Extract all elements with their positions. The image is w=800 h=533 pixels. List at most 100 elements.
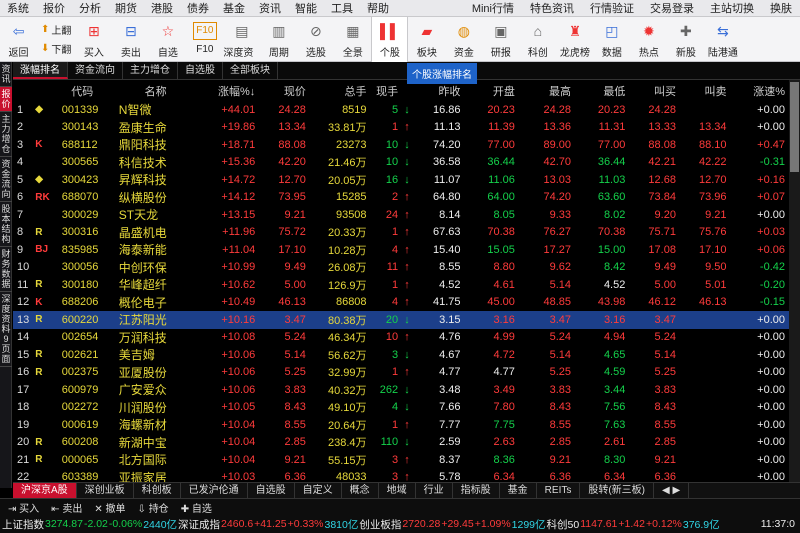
menu-item-5[interactable]: 债券 [180, 0, 216, 16]
col-header-1[interactable] [33, 80, 53, 101]
action-button-4[interactable]: ✚ 自选 [181, 500, 212, 515]
menu-item-8[interactable]: 智能 [288, 0, 324, 16]
rail-tab-2[interactable]: 主力增仓 [0, 112, 12, 157]
table-row[interactable]: 6 RK 688070 纵横股份 +14.12 73.95 15285 2 ↑ 64.80 64.0… [13, 189, 789, 207]
tab-2[interactable]: 主力增仓 [123, 62, 178, 79]
toolbar-button-1[interactable]: ⊟ 卖出 [112, 17, 149, 62]
table-row[interactable]: 7 300029 ST天龙 +13.15 9.21 93508 24 ↑ 8.14 8.05 9.3… [13, 206, 789, 224]
menu-right-item-2[interactable]: 行情验证 [582, 0, 642, 16]
rail-tab-1[interactable]: 报价 [0, 87, 12, 112]
tab-0[interactable]: 涨幅排名 [13, 62, 68, 79]
table-row[interactable]: 1 ◆ 001339 N智微 +44.01 24.28 8519 5 ↓ 16.86 20.23 24… [13, 101, 789, 119]
market-tab-1[interactable]: 深创业板 [77, 483, 134, 498]
table-row[interactable]: 11 R 300180 华峰超纤 +10.62 5.00 126.9万 1 ↑ 4.52 4.61 5… [13, 276, 789, 294]
col-header-2[interactable]: 代码 [54, 80, 115, 101]
action-button-2[interactable]: ✕ 撤单 [94, 500, 125, 515]
toolbar-button-2[interactable]: ☆ 自选 [149, 17, 186, 62]
toolbar-button-13[interactable]: ♜ 龙虎榜 [556, 17, 593, 62]
toolbar-button-16[interactable]: ✚ 新股 [667, 17, 704, 62]
table-row[interactable]: 17 600979 广安爱众 +10.06 3.83 40.32万 262 ↓ 3.48 3.49… [13, 381, 789, 399]
vertical-scrollbar[interactable] [789, 80, 800, 482]
menu-item-3[interactable]: 期货 [108, 0, 144, 16]
menu-right-item-1[interactable]: 特色资讯 [522, 0, 582, 16]
market-tab-7[interactable]: 地域 [379, 483, 416, 498]
col-header-7[interactable]: 现手 [371, 80, 403, 101]
table-row[interactable]: 20 R 600208 新湖中宝 +10.04 2.85 238.4万 110 ↓ 2.59 2.6… [13, 434, 789, 452]
action-button-0[interactable]: ⇥ 买入 [8, 500, 39, 515]
table-row[interactable]: 5 ◆ 300423 昇辉科技 +14.72 12.70 20.05万 16 ↓ 11.07 11.… [13, 171, 789, 189]
market-tab-12[interactable]: 股转(新三板) [580, 483, 655, 498]
table-row[interactable]: 2 300143 盈康生命 +19.86 13.34 33.81万 1 ↑ 11.13 11.39… [13, 119, 789, 137]
toolbar-button-10[interactable]: ◍ 资金 [445, 17, 482, 62]
tab-scroll-arrows[interactable]: ◀ ▶ [654, 483, 690, 498]
toolbar-button-12[interactable]: ⌂ 科创 [519, 17, 556, 62]
menu-item-1[interactable]: 报价 [36, 0, 72, 16]
rail-tab-5[interactable]: 财务数据 [0, 247, 12, 292]
toolbar-button-7[interactable]: ▦ 全景 [334, 17, 371, 62]
tab-3[interactable]: 自选股 [178, 62, 223, 79]
col-header-3[interactable]: 名称 [115, 80, 201, 101]
menu-item-4[interactable]: 港股 [144, 0, 180, 16]
toolbar-button-6[interactable]: ⊘ 选股 [297, 17, 334, 62]
scroll-thumb[interactable] [790, 82, 799, 172]
col-header-13[interactable]: 叫买 [629, 80, 680, 101]
toolbar-button-4[interactable]: ▤深度资料 [223, 17, 260, 74]
rail-tab-6[interactable]: 深度资料9页面 [0, 292, 12, 367]
market-tab-2[interactable]: 科创板 [134, 483, 181, 498]
table-row[interactable]: 4 300565 科信技术 +15.36 42.20 21.46万 10 ↓ 36.58 36.4… [13, 154, 789, 172]
toolbar-button-3[interactable]: F10 F10 [186, 17, 223, 62]
col-header-11[interactable]: 最高 [519, 80, 575, 101]
toolbar-button-17[interactable]: ⇆ 陆港通 [704, 17, 741, 62]
menu-right-item-5[interactable]: 换肤 [762, 0, 800, 16]
table-row[interactable]: 9 BJ 835985 海泰新能 +11.04 17.10 10.28万 4 ↑ 15.40 15.… [13, 241, 789, 259]
rail-tab-4[interactable]: 股本结构 [0, 202, 12, 247]
menu-right-item-3[interactable]: 交易登录 [642, 0, 702, 16]
toolbar-button-15[interactable]: ✹ 热点 [630, 17, 667, 62]
menu-right-item-0[interactable]: Mini行情 [464, 0, 522, 16]
tab-4[interactable]: 全部板块 [223, 62, 278, 79]
page-down-button[interactable]: ⬇ 下翻 [41, 41, 71, 56]
toolbar-button-14[interactable]: ◰ 数据 [593, 17, 630, 62]
market-tab-0[interactable]: 沪深京A股 [13, 483, 77, 498]
market-tab-9[interactable]: 指标股 [453, 483, 500, 498]
menu-item-2[interactable]: 分析 [72, 0, 108, 16]
page-up-button[interactable]: ⬆ 上翻 [41, 22, 71, 37]
table-row[interactable]: 8 R 300316 晶盛机电 +11.96 75.72 20.33万 1 ↑ 67.63 70.3… [13, 224, 789, 242]
table-row[interactable]: 15 R 002621 美吉姆 +10.06 5.14 56.62万 3 ↓ 4.67 4.72 5.… [13, 346, 789, 364]
market-tab-8[interactable]: 行业 [416, 483, 453, 498]
toolbar-button-0[interactable]: ⊞ 买入 [75, 17, 112, 62]
table-row[interactable]: 10 300056 中创环保 +10.99 9.49 26.08万 11 ↑ 8.55 8.80 9… [13, 259, 789, 277]
toolbar-button-8[interactable]: ▌▌ 个股 [371, 17, 409, 62]
table-row[interactable]: 3 K 688112 鼎阳科技 +18.71 88.08 23273 10 ↓ 74.20 77.0… [13, 136, 789, 154]
menu-right-item-4[interactable]: 主站切换 [702, 0, 762, 16]
rail-tab-0[interactable]: 资讯 [0, 62, 12, 87]
col-header-14[interactable]: 叫卖 [680, 80, 731, 101]
action-button-3[interactable]: ⇩ 持仓 [138, 500, 169, 515]
menu-item-0[interactable]: 系统 [0, 0, 36, 16]
toolbar-button-11[interactable]: ▣ 研报 [482, 17, 519, 62]
table-row[interactable]: 18 002272 川润股份 +10.05 8.43 49.10万 4 ↓ 7.66 7.80 8.… [13, 399, 789, 417]
market-tab-3[interactable]: 已发沪伦通 [181, 483, 248, 498]
toolbar-button-9[interactable]: ▰ 板块 [408, 17, 445, 62]
rail-tab-3[interactable]: 资金流向 [0, 157, 12, 202]
market-tab-5[interactable]: 自定义 [295, 483, 342, 498]
col-header-6[interactable]: 总手 [310, 80, 371, 101]
market-tab-4[interactable]: 自选股 [248, 483, 295, 498]
table-row[interactable]: 19 000619 海螺新材 +10.04 8.55 20.64万 1 ↑ 7.77 7.75 8.… [13, 416, 789, 434]
menu-item-9[interactable]: 工具 [324, 0, 360, 16]
col-header-15[interactable]: 涨速% [731, 80, 789, 101]
table-row[interactable]: 13 R 600220 江苏阳光 +10.16 3.47 80.38万 20 ↓ 3.15 3.16… [13, 311, 789, 329]
menu-item-7[interactable]: 资讯 [252, 0, 288, 16]
tab-1[interactable]: 资金流向 [68, 62, 123, 79]
table-row[interactable]: 21 R 000065 北方国际 +10.04 9.21 55.15万 3 ↑ 8.37 8.36 9… [13, 451, 789, 469]
col-header-5[interactable]: 现价 [259, 80, 310, 101]
market-tab-6[interactable]: 概念 [342, 483, 379, 498]
action-button-1[interactable]: ⇤ 卖出 [51, 500, 82, 515]
table-row[interactable]: 12 K 688206 概伦电子 +10.49 46.13 86808 4 ↑ 41.75 45.0… [13, 294, 789, 312]
menu-item-10[interactable]: 帮助 [360, 0, 396, 16]
toolbar-button-5[interactable]: ▥ 周期 [260, 17, 297, 62]
market-tab-10[interactable]: 基金 [500, 483, 537, 498]
col-header-4[interactable]: 涨幅%↓ [201, 80, 260, 101]
table-row[interactable]: 16 R 002375 亚厦股份 +10.06 5.25 32.99万 1 ↑ 4.77 4.77 5… [13, 364, 789, 382]
market-tab-11[interactable]: REITs [537, 483, 581, 498]
